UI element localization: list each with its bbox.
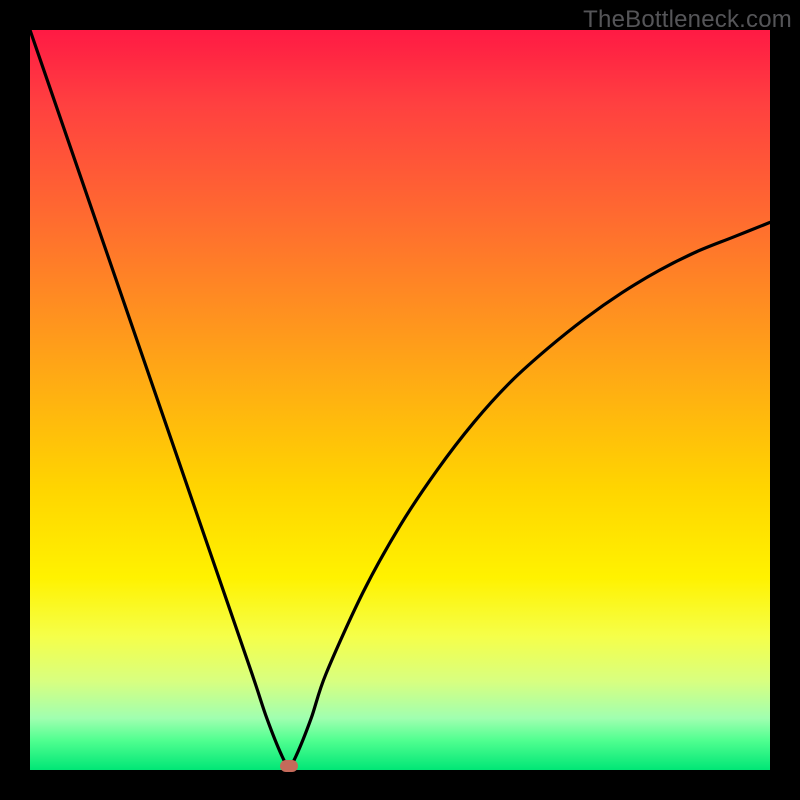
chart-frame: TheBottleneck.com <box>0 0 800 800</box>
plot-area <box>30 30 770 770</box>
watermark-text: TheBottleneck.com <box>583 6 792 34</box>
optimal-point-marker <box>280 760 298 772</box>
curve-svg <box>30 30 770 770</box>
bottleneck-curve <box>30 30 770 766</box>
